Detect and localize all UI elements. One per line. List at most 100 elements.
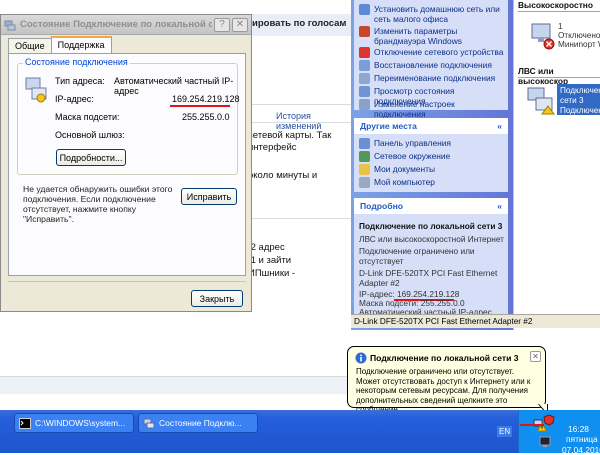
settings-icon (359, 99, 370, 110)
status-bar-text: D-Link DFE-520TX PCI Fast Ethernet Adapt… (354, 317, 533, 326)
info-icon (355, 352, 367, 364)
status-icon (359, 86, 370, 97)
connection-status-icon (25, 77, 47, 103)
details-button[interactable]: Подробности... (56, 149, 126, 166)
ip-address-label: IP-адрес: (55, 94, 94, 104)
tab-general[interactable]: Общие (8, 38, 52, 53)
balloon-text: Подключение ограничено или отсутствует. … (356, 367, 531, 414)
home-network-icon (359, 4, 370, 15)
tray-highlight-underline (520, 424, 544, 426)
my-computer-icon (359, 177, 370, 188)
details-line: D-Link DFE-520TX PCI Fast Ethernet (359, 268, 498, 278)
disable-device-icon (359, 47, 370, 58)
tab-support[interactable]: Поддержка (50, 36, 112, 53)
section-header-broadband: Высокоскоростно (518, 0, 593, 10)
connection-status-dialog: Состояние Подключение по локальной сети … (0, 14, 252, 312)
explorer-task-pane: Установить домашнюю сеть или сеть малого… (351, 0, 513, 330)
notification-balloon[interactable]: Подключение по локальной сети 3 ✕ Подклю… (347, 346, 546, 414)
lan-connection-name-line2: сети 3 (560, 96, 584, 105)
place-my-documents[interactable]: Мои документы (359, 164, 507, 175)
help-button[interactable]: ? (214, 17, 230, 32)
my-documents-icon (359, 164, 370, 175)
explorer-status-bar: D-Link DFE-520TX PCI Fast Ethernet Adapt… (351, 314, 600, 328)
dialog-titlebar[interactable]: Состояние Подключение по локальной сети … (1, 15, 251, 35)
task-label: Установить домашнюю сеть или сеть малого… (374, 4, 500, 24)
task-firewall-settings[interactable]: Изменить параметры брандмауэра Windows (359, 26, 507, 46)
details-line: ЛВС или высокоскоростной Интернет (359, 234, 504, 244)
webpage-text-line: ,1 и зайти (248, 255, 292, 266)
rename-icon (359, 73, 370, 84)
support-tab-panel: Состояние подключения Тип адреса: Автома… (8, 53, 246, 276)
task-setup-home-network[interactable]: Установить домашнюю сеть или сеть малого… (359, 4, 507, 24)
lan-connection-status: Подключено (560, 106, 600, 115)
monitor-tray-icon[interactable] (539, 436, 551, 448)
webpage-footer-strip (0, 376, 352, 394)
task-rename-connection[interactable]: Переименование подключения (359, 73, 507, 84)
webpage-text-line: ,2 адрес (248, 242, 285, 253)
section-divider (518, 11, 600, 12)
section-divider (518, 77, 600, 78)
dialog-tabs: Общие Поддержка (8, 36, 112, 53)
task-command-prompt[interactable]: C:\WINDOWS\system... (14, 413, 134, 433)
default-gateway-label: Основной шлюз: (55, 130, 125, 140)
place-control-panel[interactable]: Панель управления (359, 138, 507, 149)
details-header[interactable]: Подробно « (354, 198, 508, 214)
place-label: Мои документы (374, 164, 436, 174)
webpage-text-line: интерфейс (248, 142, 297, 153)
lan-connection-name[interactable]: Подключение (560, 86, 600, 96)
sort-by-votes-link[interactable]: ировать по голосам (252, 18, 346, 29)
place-my-computer[interactable]: Мой компьютер (359, 177, 507, 188)
ip-address-value: 169.254.219.128 (172, 94, 240, 104)
subnet-mask-value: 255.255.0.0 (182, 112, 230, 122)
task-disable-device[interactable]: Отключение сетевого устройства (359, 47, 507, 58)
network-connection-icon (4, 20, 16, 30)
clock-date: 07.04.2010 (562, 445, 600, 455)
broadband-connection-device: Миниnорт W (558, 40, 600, 49)
close-window-button[interactable]: ✕ (232, 17, 248, 32)
details-line: Подключение ограничено или (359, 246, 475, 256)
subnet-mask-label: Маска подсети: (55, 112, 120, 122)
control-panel-icon (359, 138, 370, 149)
collapse-chevron-icon[interactable]: « (497, 121, 502, 131)
command-prompt-icon (19, 417, 31, 429)
connection-status-group: Состояние подключения Тип адреса: Автома… (17, 57, 240, 175)
task-label: Состояние Подклю... (159, 418, 242, 428)
lan-connection-icon[interactable] (526, 84, 556, 116)
close-button[interactable]: Закрыть (191, 290, 243, 307)
task-label: Изменить параметры брандмауэра Windows (374, 26, 462, 46)
details-line: Adapter #2 (359, 278, 400, 288)
collapse-chevron-icon[interactable]: « (497, 201, 502, 211)
webpage-text-line: около минуты и (248, 170, 318, 181)
other-places-title: Другие места (360, 121, 417, 131)
place-label: Сетевое окружение (374, 151, 451, 161)
other-places-header[interactable]: Другие места « (354, 118, 508, 134)
security-warning-icon[interactable] (543, 414, 555, 426)
firewall-icon (359, 26, 370, 37)
details-title: Подробно (360, 201, 404, 211)
balloon-title: Подключение по локальной сети 3 (370, 353, 519, 363)
task-change-settings[interactable]: Изменение настроек подключения (359, 99, 507, 119)
task-label: Переименование подключения (374, 73, 496, 83)
place-label: Панель управления (374, 138, 451, 148)
webpage-text-line: сетевой карты. Так (248, 130, 332, 141)
group-title: Состояние подключения (23, 57, 130, 67)
repair-icon (359, 60, 370, 71)
repair-button[interactable]: Исправить (181, 188, 237, 205)
section-header-lan: ЛВС или высокоскор (518, 66, 569, 86)
address-type-label: Тип адреса: (55, 76, 105, 86)
task-repair-connection[interactable]: Восстановление подключения (359, 60, 507, 71)
history-link[interactable]: История изменений (276, 111, 352, 131)
broadband-connection-icon[interactable] (530, 20, 556, 50)
language-indicator[interactable]: EN (497, 426, 513, 437)
task-label: Отключение сетевого устройства (374, 47, 504, 57)
place-network-places[interactable]: Сетевое окружение (359, 151, 507, 162)
details-connection-name: Подключение по локальной сети 3 (359, 221, 503, 231)
close-icon[interactable]: ✕ (530, 351, 541, 362)
repair-message: Не удается обнаружить ошибки этого подкл… (23, 184, 173, 224)
network-connection-icon (143, 418, 155, 428)
connections-list-pane: Высокоскоростно 1 Отключено Миниnорт W Л… (513, 0, 600, 330)
task-connection-status[interactable]: Состояние Подклю... (138, 413, 258, 433)
dialog-footer-separator (8, 281, 246, 282)
place-label: Мой компьютер (374, 177, 435, 187)
clock-time[interactable]: 16:28 (568, 424, 589, 434)
